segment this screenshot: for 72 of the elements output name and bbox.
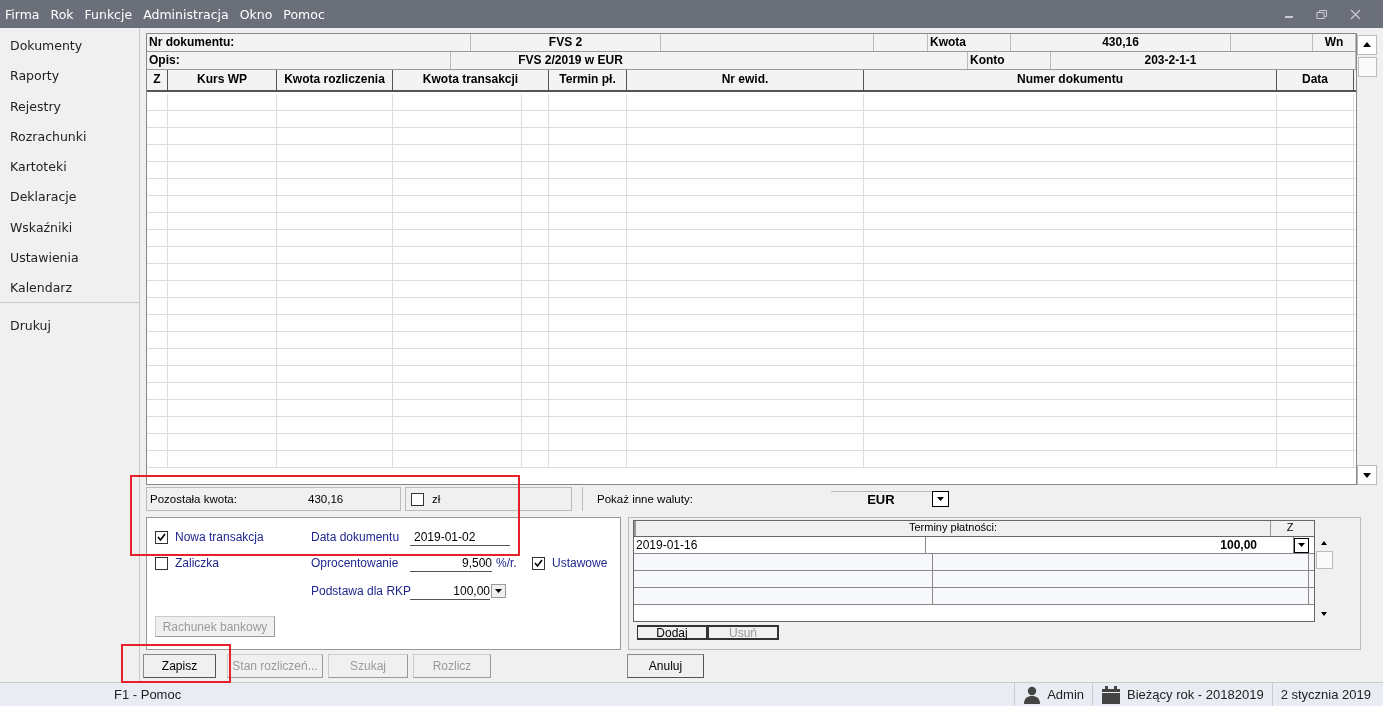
menu-item[interactable]: Funkcje	[84, 6, 133, 22]
scroll-thumb[interactable]	[1315, 551, 1333, 569]
table-button[interactable]: Dodaj	[637, 625, 708, 640]
scroll-up-icon[interactable]	[1357, 35, 1377, 55]
dropdown-icon[interactable]	[931, 491, 949, 507]
interest-field[interactable]: 9,500	[410, 554, 492, 572]
column-header[interactable]: Kwota rozliczenia	[277, 70, 393, 90]
column-header[interactable]: Termin pł.	[549, 70, 627, 90]
field-label: Opis:	[147, 52, 451, 69]
menu-item[interactable]: Rok	[50, 6, 74, 22]
menu-item[interactable]: Pomoc	[283, 6, 325, 22]
sidebar-item[interactable]: Kartoteki	[0, 158, 139, 189]
field-label: Kwota	[928, 34, 1011, 51]
column-header[interactable]: Data	[1277, 70, 1354, 90]
column-header[interactable]: Kwota transakcji	[393, 70, 549, 90]
column-header[interactable]: Z	[147, 70, 168, 90]
checkbox-label: Zaliczka	[175, 556, 219, 570]
checkbox[interactable]	[411, 492, 424, 506]
restore-icon[interactable]	[1316, 8, 1328, 20]
table-cell: 2019-01-16	[634, 537, 926, 553]
scrollbar[interactable]	[1357, 33, 1377, 485]
side-value: Wn	[1313, 34, 1356, 51]
date-field[interactable]: 2019-01-02	[410, 528, 510, 546]
scroll-down-icon[interactable]	[1357, 465, 1377, 485]
sidebar-item[interactable]: Ustawienia	[0, 249, 139, 280]
sidebar-item[interactable]: Drukuj	[0, 316, 139, 347]
sidebar-item[interactable]: Rejestry	[0, 97, 139, 128]
user-icon	[1023, 685, 1042, 704]
sidebar-item[interactable]: Deklaracje	[0, 188, 139, 219]
sidebar-item[interactable]: Kalendarz	[0, 279, 139, 310]
menu-item[interactable]: Okno	[239, 6, 273, 22]
field-label: Nr dokumentu:	[147, 34, 471, 51]
field-label: Data dokumentu	[311, 530, 401, 544]
column-header[interactable]: Kurs WP	[168, 70, 277, 90]
field-label: Pozostała kwota:	[150, 493, 238, 505]
checkbox[interactable]	[532, 556, 545, 570]
sidebar-item[interactable]: Dokumenty	[0, 37, 139, 68]
help-hint: F1 - Pomoc	[114, 687, 182, 702]
column-header[interactable]: Z	[1271, 521, 1309, 536]
sidebar-item[interactable]: Raporty	[0, 67, 139, 98]
menu-item[interactable]: Administracja	[143, 6, 229, 22]
dropdown-icon[interactable]	[1294, 537, 1309, 553]
field-label: Konto	[968, 52, 1051, 69]
description-value: FVS 2/2019 w EUR	[517, 52, 624, 69]
close-icon[interactable]	[1350, 8, 1361, 20]
currency-field[interactable]: EUR	[830, 491, 931, 507]
user-name: Admin	[1047, 687, 1085, 702]
checkbox[interactable]	[155, 530, 168, 544]
field-label: Podstawa dla RKP	[311, 584, 410, 598]
remaining-value: 430,16	[308, 493, 344, 505]
document-number: FVS 2	[471, 34, 661, 51]
field-label: Oprocentowanie	[311, 556, 400, 570]
column-header[interactable]: Numer dokumentu	[864, 70, 1277, 90]
sidebar-item[interactable]: Rozrachunki	[0, 127, 139, 159]
rkp-field[interactable]: 100,00	[410, 582, 490, 600]
sidebar-item[interactable]: Wskaźniki	[0, 218, 139, 250]
dropdown-icon[interactable]	[491, 584, 506, 598]
menu-item[interactable]: Firma	[5, 6, 40, 22]
checkbox-label: Ustawowe	[552, 556, 608, 570]
field-label: Pokaż inne waluty:	[597, 493, 693, 505]
checkbox[interactable]	[155, 556, 168, 570]
checkbox-label: Nowa transakcja	[175, 530, 264, 544]
account-value: 203-2-1-1	[1143, 52, 1198, 69]
current-date: 2 stycznia 2019	[1280, 687, 1371, 702]
checkbox-label: zł	[432, 493, 441, 505]
action-button[interactable]: Zapisz	[143, 654, 216, 678]
amount-value: 430,16	[1011, 34, 1231, 51]
cancel-button[interactable]: Anuluj	[627, 654, 704, 678]
unit-label: %/r.	[496, 556, 518, 570]
scroll-thumb[interactable]	[1357, 57, 1377, 77]
column-header[interactable]: Nr ewid.	[627, 70, 864, 90]
fiscal-year: Bieżący rok - 20182019	[1127, 687, 1264, 702]
